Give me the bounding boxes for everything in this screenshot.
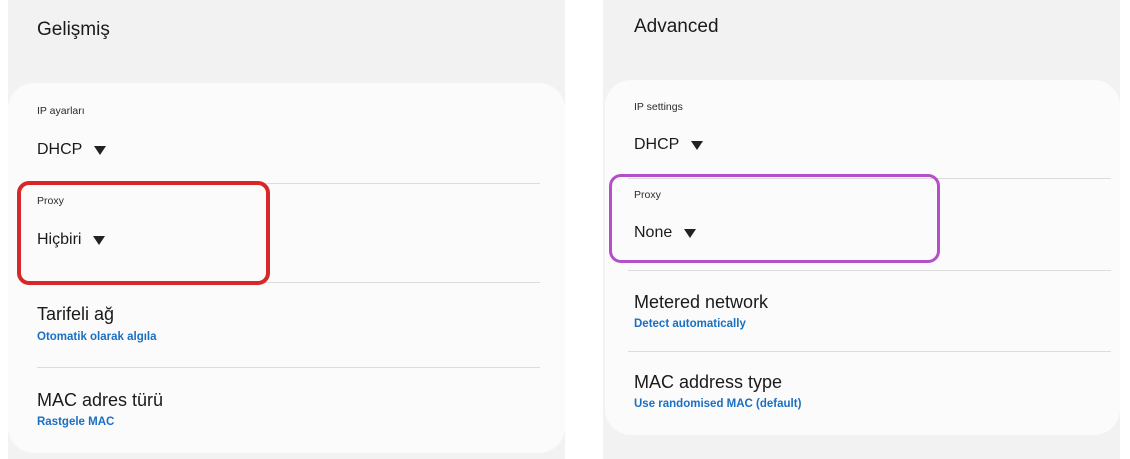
section-title: Gelişmiş [37, 19, 110, 40]
metered-network-value: Detect automatically [634, 318, 746, 330]
divider [628, 351, 1111, 352]
section-title: Advanced [634, 16, 719, 37]
divider [628, 270, 1111, 271]
proxy-highlight-box [609, 174, 940, 263]
caret-down-icon [691, 140, 704, 150]
mac-address-type-title: MAC adres türü [37, 390, 164, 410]
ip-settings-dropdown[interactable]: DHCP [634, 136, 704, 154]
mac-address-type-value: Use randomised MAC (default) [634, 398, 802, 410]
ip-settings-dropdown[interactable]: DHCP [37, 141, 107, 159]
ip-settings-label: IP settings [634, 101, 683, 113]
metered-network-title: Tarifeli ağ [37, 304, 115, 324]
ip-settings-label: IP ayarları [37, 105, 85, 117]
mac-address-type-value: Rastgele MAC [37, 416, 115, 428]
ip-settings-value: DHCP [37, 141, 83, 158]
proxy-highlight-box [17, 181, 270, 285]
caret-down-icon [94, 145, 107, 155]
metered-network-value: Otomatik olarak algıla [37, 331, 157, 343]
ip-settings-value: DHCP [634, 136, 680, 153]
divider [37, 367, 540, 368]
mac-address-type-title: MAC address type [634, 372, 783, 392]
metered-network-title: Metered network [634, 292, 769, 312]
